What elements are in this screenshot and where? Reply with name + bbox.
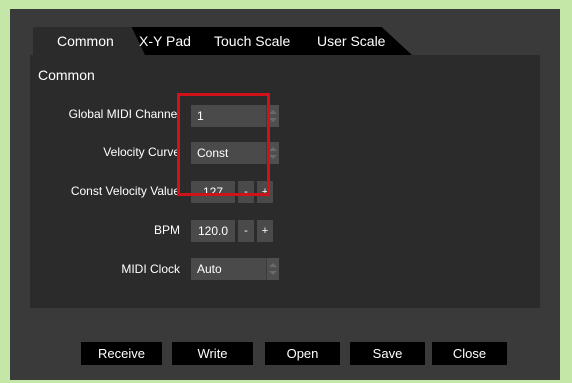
midi-clock-label: MIDI Clock xyxy=(121,262,180,276)
write-button[interactable]: Write xyxy=(172,342,253,365)
tab-user-scale[interactable]: User Scale xyxy=(317,27,385,55)
bpm-field[interactable]: 120.0 xyxy=(191,220,235,242)
velocity-curve-label: Velocity Curve xyxy=(103,145,180,159)
tab-xy-pad[interactable]: X-Y Pad xyxy=(139,27,191,55)
spinner-icon xyxy=(266,258,279,280)
receive-button[interactable]: Receive xyxy=(81,342,162,365)
bpm-decrement-button[interactable]: - xyxy=(238,220,254,242)
common-panel: Common Global MIDI Channel 1 Velocity Cu… xyxy=(30,55,540,308)
global-midi-channel-label: Global MIDI Channel xyxy=(68,107,180,121)
open-button[interactable]: Open xyxy=(265,342,340,365)
close-button[interactable]: Close xyxy=(432,342,507,365)
tab-bar: Common X-Y Pad Touch Scale User Scale xyxy=(10,9,560,55)
const-velocity-value-label: Const Velocity Value xyxy=(70,184,180,198)
midi-clock-select[interactable]: Auto xyxy=(191,258,279,280)
save-button[interactable]: Save xyxy=(350,342,425,365)
annotation-highlight-box xyxy=(177,93,270,196)
section-title: Common xyxy=(38,67,95,83)
settings-window: Common X-Y Pad Touch Scale User Scale Co… xyxy=(10,9,560,380)
bpm-increment-button[interactable]: + xyxy=(257,220,273,242)
midi-clock-value: Auto xyxy=(197,262,222,276)
tab-common[interactable]: Common xyxy=(33,27,145,55)
tab-touch-scale[interactable]: Touch Scale xyxy=(214,27,290,55)
bpm-label: BPM xyxy=(153,223,180,237)
